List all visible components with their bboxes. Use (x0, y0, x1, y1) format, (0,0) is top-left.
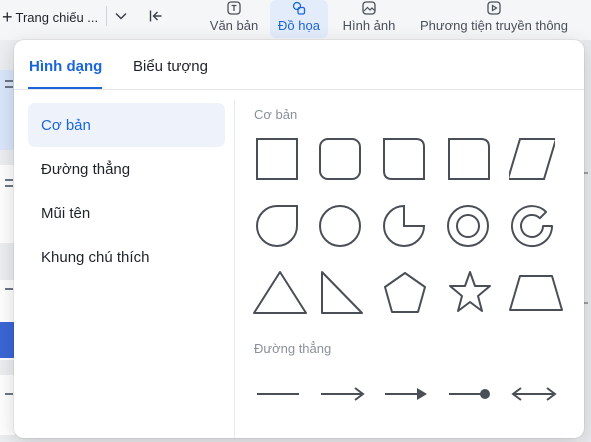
vertical-divider (234, 100, 235, 438)
category-arrows[interactable]: Mũi tên (28, 191, 225, 235)
collapse-left-icon (149, 10, 162, 22)
shape-star[interactable] (448, 270, 494, 316)
tab-media[interactable]: Phương tiện truyền thông (412, 0, 576, 38)
shape-double-arrow-line[interactable] (511, 371, 557, 417)
collapse-panel-button[interactable] (146, 6, 166, 26)
toolbar-divider (106, 6, 107, 26)
top-toolbar: + Trang chiếu ... Văn bản Đồ họa Hình ản… (0, 0, 591, 40)
tab-image-label: Hình ảnh (342, 18, 396, 33)
media-icon (487, 1, 501, 15)
shape-block-arc[interactable] (509, 204, 555, 250)
category-lines[interactable]: Đường thẳng (28, 147, 225, 191)
shape-rounded-rectangle[interactable] (317, 137, 363, 183)
canvas-edge (583, 40, 591, 442)
shape-pie[interactable] (381, 204, 427, 250)
section-lines-title: Đường thẳng (254, 341, 332, 356)
tab-text[interactable]: Văn bản (205, 0, 263, 38)
shape-parallelogram[interactable] (509, 137, 555, 183)
insert-graphics-panel: Hình dạng Biểu tượng Cơ bản Đường thẳng … (14, 40, 584, 438)
shape-round-single-corner-rectangle[interactable] (381, 137, 427, 183)
shapes-icon (292, 1, 306, 15)
panel-divider (14, 89, 584, 90)
slide-options-dropdown[interactable] (110, 6, 132, 26)
category-basic[interactable]: Cơ bản (28, 103, 225, 147)
shape-triangle[interactable] (252, 270, 307, 316)
shape-category-list: Cơ bản Đường thẳng Mũi tên Khung chú thí… (28, 103, 225, 279)
shape-arrow-line[interactable] (319, 371, 365, 417)
shape-round-corner-rectangle[interactable] (445, 137, 491, 183)
shape-rectangle[interactable] (253, 137, 299, 183)
shape-right-triangle[interactable] (320, 270, 366, 316)
tab-media-label: Phương tiện truyền thông (419, 18, 569, 33)
new-slide-label: Trang chiếu ... (15, 9, 99, 25)
tab-image[interactable]: Hình ảnh (337, 0, 401, 38)
category-callouts[interactable]: Khung chú thích (28, 235, 225, 279)
shape-line[interactable] (255, 371, 301, 417)
shape-trapezoid[interactable] (508, 270, 563, 316)
tab-text-label: Văn bản (209, 18, 259, 33)
new-slide-button[interactable]: + Trang chiếu ... (0, 4, 106, 30)
shape-filled-arrow-line[interactable] (383, 371, 429, 417)
image-icon (362, 1, 376, 15)
tab-shapes[interactable]: Hình dạng (29, 58, 102, 75)
tab-graphics[interactable]: Đồ họa (270, 0, 328, 38)
shape-pentagon[interactable] (383, 270, 429, 316)
shape-teardrop[interactable] (253, 204, 299, 250)
plus-icon: + (2, 7, 13, 27)
shape-donut[interactable] (445, 204, 491, 250)
shape-dot-line[interactable] (447, 371, 493, 417)
tab-graphics-label: Đồ họa (278, 18, 320, 33)
tab-icons[interactable]: Biểu tượng (133, 58, 208, 75)
chevron-down-icon (115, 12, 127, 20)
text-icon (227, 1, 241, 15)
section-basic-title: Cơ bản (254, 107, 298, 122)
shape-circle[interactable] (317, 204, 363, 250)
